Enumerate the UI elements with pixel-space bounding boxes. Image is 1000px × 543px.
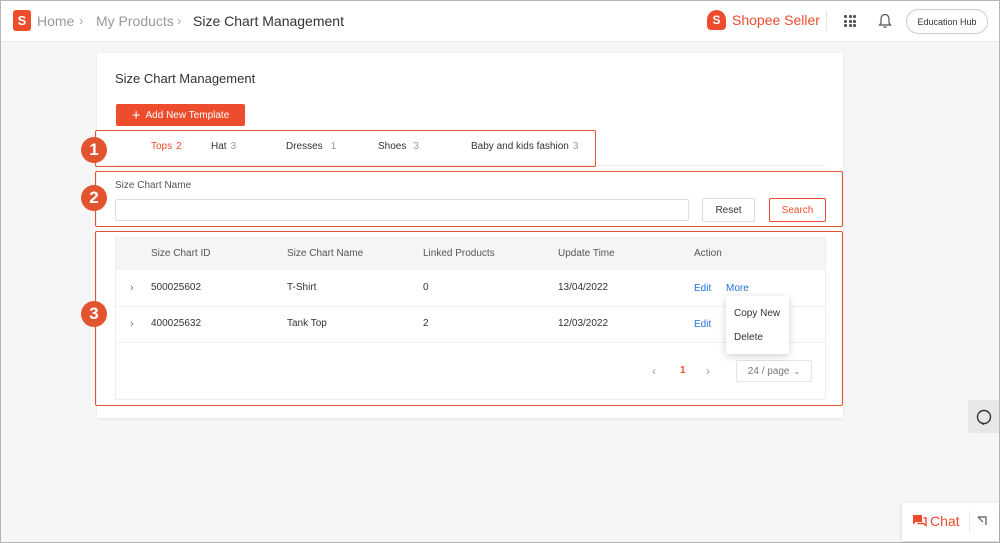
add-new-template-button[interactable]: + Add New Template — [116, 104, 245, 126]
annotation-box-1 — [95, 130, 596, 167]
chat-widget[interactable]: Chat — [902, 503, 999, 541]
breadcrumb-separator-icon: › — [79, 13, 84, 28]
plus-icon: + — [131, 106, 141, 124]
annotation-badge-2: 2 — [81, 185, 107, 211]
shopee-logo-icon[interactable]: S — [13, 10, 31, 31]
chat-bubble-icon — [913, 515, 927, 527]
chat-divider — [969, 511, 970, 533]
annotation-badge-1: 1 — [81, 137, 107, 163]
apps-grid-icon[interactable] — [844, 15, 856, 27]
shopee-seller-brand: Shopee Seller — [732, 12, 820, 28]
header-divider — [826, 11, 827, 31]
help-widget-button[interactable] — [968, 400, 999, 433]
annotation-box-2 — [95, 171, 843, 227]
breadcrumb-current: Size Chart Management — [193, 13, 344, 29]
education-hub-button[interactable]: Education Hub — [906, 9, 988, 34]
add-new-template-label: Add New Template — [145, 109, 230, 121]
breadcrumb-home[interactable]: Home — [37, 13, 74, 29]
minimize-chat-icon[interactable] — [976, 515, 988, 527]
breadcrumb-separator-icon: › — [177, 13, 182, 28]
top-navigation-bar: S Home › My Products › Size Chart Manage… — [1, 1, 999, 42]
annotation-badge-3: 3 — [81, 301, 107, 327]
chat-label: Chat — [930, 513, 960, 529]
annotation-box-3 — [95, 231, 843, 406]
headset-icon — [976, 409, 991, 425]
page-title: Size Chart Management — [115, 71, 256, 86]
notification-bell-icon[interactable] — [878, 13, 892, 29]
shopee-seller-logo-icon: S — [707, 10, 726, 30]
breadcrumb-my-products[interactable]: My Products — [96, 13, 174, 29]
